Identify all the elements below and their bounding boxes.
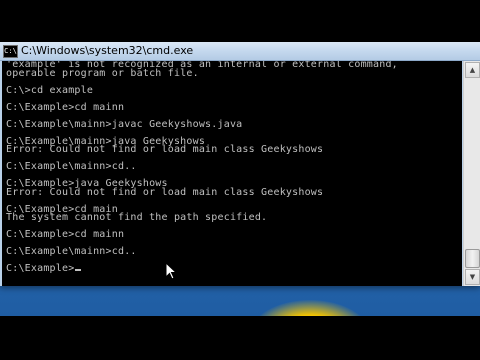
letterbox-top [0, 0, 480, 42]
console-output-line: Error: Could not find or load main class… [6, 186, 324, 198]
console-command-line: C:\Example\mainn>cd.. [6, 161, 137, 172]
scroll-down-arrow-icon[interactable]: ▼ [465, 269, 480, 285]
title-bar[interactable]: C:\ C:\Windows\system32\cmd.exe [0, 42, 480, 61]
letterbox-bottom [0, 316, 480, 360]
console-command-line: C:\Example>cd mainn [6, 229, 125, 240]
cmd-app-icon[interactable]: C:\ [3, 45, 18, 58]
cmd-window[interactable]: C:\ C:\Windows\system32\cmd.exe 'example… [0, 42, 480, 286]
console-command-line: C:\Example> [6, 264, 398, 274]
console-command-line: C:\>cd example [6, 84, 94, 96]
console-command-line: C:\Example\mainn>javac Geekyshows.java [6, 118, 243, 130]
scrollbar-thumb[interactable] [465, 249, 480, 268]
console-command-line: C:\Example>cd mainn [6, 101, 125, 113]
scroll-up-arrow-icon[interactable]: ▲ [465, 62, 480, 78]
window-title: C:\Windows\system32\cmd.exe [21, 44, 194, 57]
console-output-line: The system cannot find the path specifie… [6, 212, 268, 223]
console-lines: 'example' is not recognized as an intern… [6, 61, 398, 274]
vertical-scrollbar[interactable]: ▲ ▼ [463, 61, 480, 286]
console-output-line: Error: Could not find or load main class… [6, 144, 324, 155]
mouse-pointer-icon [165, 262, 177, 280]
console-output-line: operable program or batch file. [6, 67, 199, 79]
console-output[interactable]: 'example' is not recognized as an intern… [2, 61, 462, 286]
text-cursor [75, 269, 82, 271]
wallpaper-glow [250, 300, 370, 316]
console-command-line: C:\Example\mainn>cd.. [6, 246, 137, 257]
